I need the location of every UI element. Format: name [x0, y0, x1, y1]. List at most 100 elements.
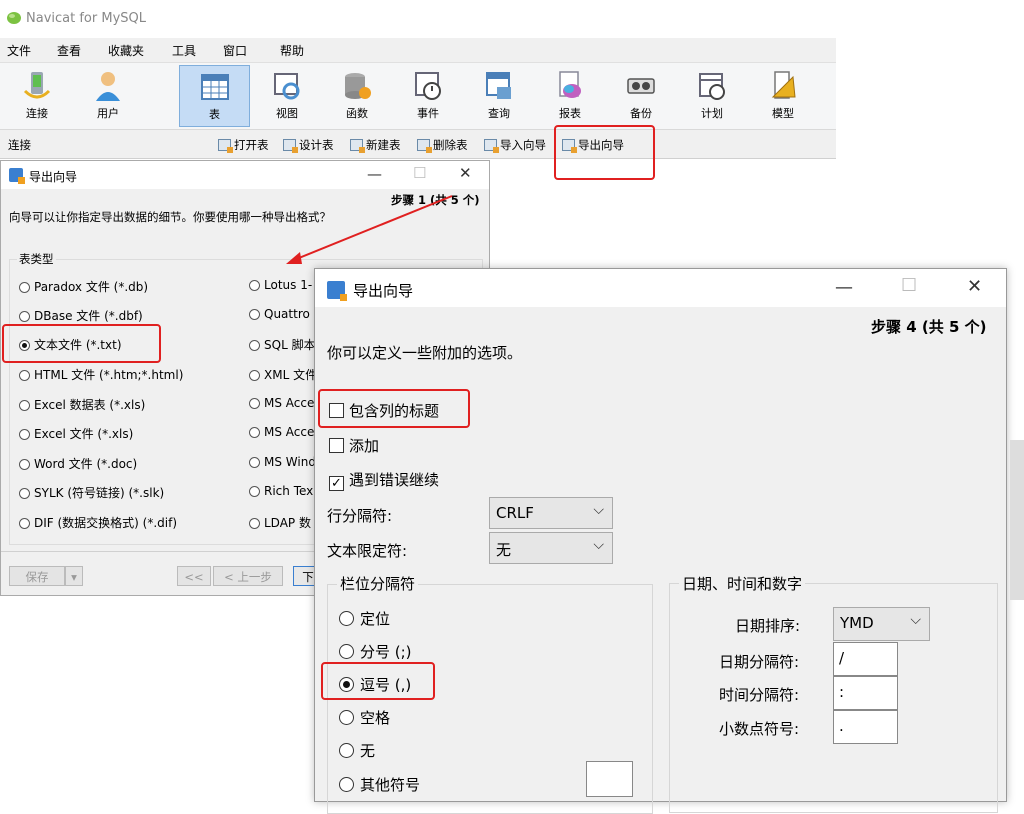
- row-separator-select[interactable]: CRLF ⌵: [489, 497, 613, 529]
- chevron-down-icon: ⌵: [593, 537, 604, 553]
- user-icon: [96, 72, 120, 101]
- format-dif-radio[interactable]: DIF (数据交换格式) (*.dif): [19, 514, 177, 531]
- minimize-icon[interactable]: —: [367, 165, 382, 183]
- datetime-title: 日期、时间和数字: [679, 573, 806, 594]
- save-dropdown-icon[interactable]: ▾: [65, 566, 83, 586]
- save-button[interactable]: 保存: [9, 566, 65, 586]
- time-separator-input[interactable]: :: [833, 676, 898, 710]
- format-richtext-radio[interactable]: Rich Tex: [249, 484, 313, 498]
- other-separator-input[interactable]: [586, 761, 633, 797]
- first-step-button[interactable]: <<: [177, 566, 211, 586]
- toolbar-connect-button[interactable]: 连接: [6, 65, 68, 127]
- dialog2-intro: 你可以定义一些附加的选项。: [327, 344, 523, 362]
- dialog2-title-bar: 导出向导 — ☐ ✕: [315, 269, 1006, 307]
- format-excel-sheet-radio[interactable]: Excel 数据表 (*.xls): [19, 396, 145, 413]
- new-table-button[interactable]: 新建表: [350, 137, 401, 153]
- menu-tools[interactable]: 工具: [172, 42, 196, 59]
- date-separator-label: 日期分隔符:: [719, 653, 800, 671]
- date-order-label: 日期排序:: [735, 617, 801, 635]
- format-ldap-radio[interactable]: LDAP 数: [249, 514, 311, 531]
- delete-table-icon: [417, 139, 432, 153]
- report-icon: [559, 71, 581, 98]
- format-paradox-radio[interactable]: Paradox 文件 (*.db): [19, 278, 148, 295]
- time-separator-label: 时间分隔符:: [719, 686, 800, 704]
- new-table-icon: [350, 139, 365, 153]
- design-table-button[interactable]: 设计表: [283, 137, 334, 153]
- schedule-icon: [699, 73, 725, 100]
- page-scrollbar[interactable]: [1010, 440, 1024, 600]
- format-word-radio[interactable]: Word 文件 (*.doc): [19, 455, 137, 472]
- dialog1-title: 导出向导: [29, 170, 78, 184]
- maximize-icon[interactable]: ☐: [413, 164, 426, 182]
- prev-step-button[interactable]: < 上一步: [213, 566, 283, 586]
- open-table-button[interactable]: 打开表: [218, 137, 269, 153]
- sep-semicolon-radio[interactable]: 分号 (;): [339, 641, 412, 662]
- toolbar-model-button[interactable]: 模型: [752, 65, 814, 127]
- decimal-symbol-input[interactable]: .: [833, 710, 898, 744]
- model-icon: [771, 71, 796, 99]
- format-lotus-radio[interactable]: Lotus 1-: [249, 278, 312, 292]
- toolbar-user-button[interactable]: 用户: [77, 65, 139, 127]
- menu-file[interactable]: 文件: [7, 42, 31, 59]
- sep-tab-radio[interactable]: 定位: [339, 608, 390, 629]
- text-qualifier-label: 文本限定符:: [327, 542, 408, 560]
- format-xml-radio[interactable]: XML 文件: [249, 366, 317, 383]
- sep-none-radio[interactable]: 无: [339, 740, 375, 761]
- export-wizard-dialog-step4: 导出向导 — ☐ ✕ 步骤 4 (共 5 个) 你可以定义一些附加的选项。 包含…: [314, 268, 1007, 814]
- dialog2-title: 导出向导: [353, 282, 414, 300]
- toolbar-table-button[interactable]: 表: [179, 65, 250, 127]
- menu-help[interactable]: 帮助: [280, 42, 304, 59]
- toolbar-view-button[interactable]: 视图: [256, 65, 318, 127]
- chevron-down-icon: ⌵: [593, 502, 604, 518]
- format-sql-radio[interactable]: SQL 脚本: [249, 336, 316, 353]
- toolbar-report-button[interactable]: 报表: [539, 65, 601, 127]
- date-order-select[interactable]: YMD ⌵: [833, 607, 930, 641]
- import-wizard-icon: [484, 139, 499, 153]
- menu-favorites[interactable]: 收藏夹: [108, 42, 144, 59]
- toolbar-query-button[interactable]: 查询: [468, 65, 530, 127]
- wizard-icon: [9, 168, 25, 184]
- event-icon: [415, 72, 441, 100]
- function-icon: [345, 73, 371, 99]
- format-html-radio[interactable]: HTML 文件 (*.htm;*.html): [19, 366, 183, 383]
- continue-on-error-checkbox[interactable]: ✓ 遇到错误继续: [329, 469, 439, 491]
- annotation-arrow: [286, 195, 453, 264]
- highlight-export-wizard: [554, 125, 655, 180]
- view-icon: [274, 73, 300, 100]
- table-type-label: 表类型: [17, 251, 56, 267]
- date-separator-input[interactable]: /: [833, 642, 898, 676]
- delete-table-button[interactable]: 删除表: [417, 137, 468, 153]
- maximize-icon[interactable]: ☐: [901, 275, 917, 296]
- minimize-icon[interactable]: —: [835, 277, 853, 298]
- main-toolbar: 连接 用户 表 视图 函数 事件 查询 报表 备份 计划 模型: [0, 63, 836, 130]
- toolbar-schedule-button[interactable]: 计划: [681, 65, 743, 127]
- sep-other-radio[interactable]: 其他符号: [339, 774, 420, 795]
- sep-space-radio[interactable]: 空格: [339, 707, 390, 728]
- format-msaccess2-radio[interactable]: MS Acce: [249, 425, 314, 439]
- menu-view[interactable]: 查看: [57, 42, 81, 59]
- import-wizard-button[interactable]: 导入向导: [484, 137, 546, 153]
- chevron-down-icon: ⌵: [910, 612, 921, 628]
- format-sylk-radio[interactable]: SYLK (符号链接) (*.slk): [19, 484, 164, 501]
- format-dbase-radio[interactable]: DBase 文件 (*.dbf): [19, 307, 143, 324]
- decimal-symbol-label: 小数点符号:: [719, 720, 800, 738]
- checkmark-icon: ✓: [329, 476, 344, 491]
- format-msaccess1-radio[interactable]: MS Acce: [249, 396, 314, 410]
- menu-window[interactable]: 窗口: [223, 42, 247, 59]
- format-quattro-radio[interactable]: Quattro: [249, 307, 310, 321]
- text-qualifier-select[interactable]: 无 ⌵: [489, 532, 613, 564]
- format-mswindows-radio[interactable]: MS Wind: [249, 455, 316, 469]
- highlight-include-headers: [318, 389, 470, 428]
- connect-icon: [23, 72, 51, 99]
- close-icon[interactable]: ✕: [459, 164, 472, 182]
- format-excel-file-radio[interactable]: Excel 文件 (*.xls): [19, 425, 133, 442]
- menu-bar: 文件 查看 收藏夹 工具 窗口 帮助: [0, 38, 836, 63]
- append-checkbox[interactable]: 添加: [329, 435, 379, 456]
- app-title: Navicat for MySQL: [26, 11, 146, 26]
- dialog2-step: 步骤 4 (共 5 个): [871, 318, 987, 336]
- toolbar-function-button[interactable]: 函数: [326, 65, 388, 127]
- close-icon[interactable]: ✕: [967, 276, 982, 297]
- toolbar-backup-button[interactable]: 备份: [610, 65, 672, 127]
- highlight-text-format: [2, 324, 161, 363]
- toolbar-event-button[interactable]: 事件: [397, 65, 459, 127]
